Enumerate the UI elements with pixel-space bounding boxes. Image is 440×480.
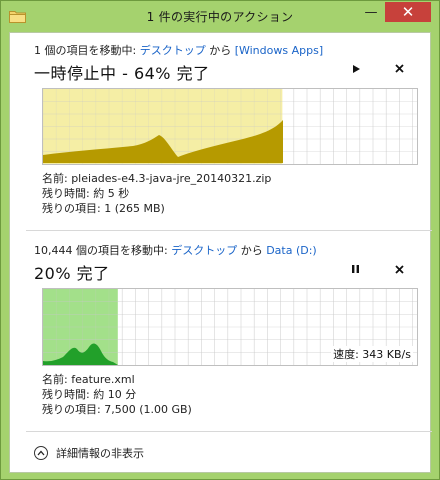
minimize-button[interactable]: — xyxy=(358,2,384,22)
op1-destination-link[interactable]: [Windows Apps] xyxy=(235,44,323,57)
op1-items-remaining: 残りの項目: 1 (265 MB) xyxy=(42,202,165,215)
op2-source-link[interactable]: デスクトップ xyxy=(171,244,237,257)
title-bar[interactable]: 1 件の実行中のアクション — ✕ xyxy=(1,1,439,31)
op2-header: 10,444 個の項目を移動中: デスクトップ から Data (D:) xyxy=(34,242,317,258)
op1-header: 1 個の項目を移動中: デスクトップ から [Windows Apps] xyxy=(34,42,323,58)
op2-details: 名前: feature.xml 残り時間: 約 10 分 残りの項目: 7,50… xyxy=(42,372,192,417)
op2-name: 名前: feature.xml xyxy=(42,373,135,386)
resume-button[interactable] xyxy=(352,64,361,77)
play-icon xyxy=(352,64,361,77)
footer-divider xyxy=(26,431,432,432)
op1-cancel-button[interactable] xyxy=(395,63,404,76)
close-icon xyxy=(395,63,404,76)
file-operation-window: 1 件の実行中のアクション — ✕ 1 個の項目を移動中: デスクトップ から … xyxy=(0,0,440,480)
op2-time-remaining: 残り時間: 約 10 分 xyxy=(42,388,137,401)
op2-status: 20% 完了 xyxy=(34,264,110,283)
op1-time-remaining: 残り時間: 約 5 秒 xyxy=(42,187,130,200)
op2-progress-graph: 速度: 343 KB/s xyxy=(42,288,418,366)
section-divider xyxy=(26,230,432,231)
op1-details: 名前: pleiades-e4.3-java-jre_20140321.zip … xyxy=(42,171,271,216)
op1-header-prefix: 1 個の項目を移動中: xyxy=(34,44,140,57)
chevron-up-icon xyxy=(34,446,48,460)
op2-cancel-button[interactable] xyxy=(395,264,404,277)
pause-icon xyxy=(351,264,360,277)
op2-speed: 速度: 343 KB/s xyxy=(331,346,413,362)
op2-destination-link[interactable]: Data (D:) xyxy=(266,244,317,257)
op2-header-mid: から xyxy=(237,244,267,257)
op2-header-prefix: 10,444 個の項目を移動中: xyxy=(34,244,172,257)
close-button[interactable]: ✕ xyxy=(385,2,431,22)
hide-details-button[interactable]: 詳細情報の非表示 xyxy=(34,445,144,461)
operations-panel: 1 個の項目を移動中: デスクトップ から [Windows Apps] 一時停… xyxy=(9,32,432,473)
close-icon xyxy=(395,264,404,277)
op1-name: 名前: pleiades-e4.3-java-jre_20140321.zip xyxy=(42,172,272,185)
op1-header-mid: から xyxy=(205,44,235,57)
pause-button[interactable] xyxy=(351,264,360,277)
hide-details-label: 詳細情報の非表示 xyxy=(56,447,144,460)
op1-progress-graph xyxy=(42,88,418,165)
op1-source-link[interactable]: デスクトップ xyxy=(140,44,206,57)
op1-progress-svg xyxy=(43,89,417,164)
op2-items-remaining: 残りの項目: 7,500 (1.00 GB) xyxy=(42,403,192,416)
op1-status: 一時停止中 - 64% 完了 xyxy=(34,64,210,83)
